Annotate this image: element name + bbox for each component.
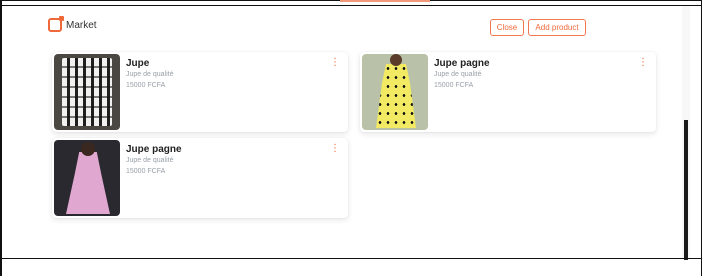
- product-name: Jupe pagne: [434, 58, 490, 69]
- divider: [0, 5, 702, 6]
- product-card[interactable]: Jupe Jupe de qualité 15000 FCFA ⋮: [52, 52, 348, 132]
- more-options-icon[interactable]: ⋮: [638, 58, 648, 68]
- close-button[interactable]: Close: [490, 19, 524, 36]
- page-header: Market: [48, 16, 97, 32]
- product-card[interactable]: Jupe pagne Jupe de qualité 15000 FCFA ⋮: [52, 138, 348, 218]
- product-category: Jupe de qualité: [434, 71, 482, 78]
- add-product-button[interactable]: Add product: [528, 19, 586, 36]
- product-category: Jupe de qualité: [126, 157, 174, 164]
- more-options-icon[interactable]: ⋮: [330, 144, 340, 154]
- product-price: 15000 FCFA: [126, 168, 166, 175]
- product-price: 15000 FCFA: [434, 82, 474, 89]
- divider: [0, 258, 702, 259]
- more-options-icon[interactable]: ⋮: [330, 58, 340, 68]
- product-image: [54, 140, 120, 216]
- product-name: Jupe pagne: [126, 144, 182, 155]
- store-icon: [48, 16, 64, 32]
- product-image: [362, 54, 428, 130]
- scrollbar-thumb[interactable]: [684, 120, 688, 260]
- product-category: Jupe de qualité: [126, 71, 174, 78]
- product-image: [54, 54, 120, 130]
- product-name: Jupe: [126, 58, 150, 69]
- product-card[interactable]: Jupe pagne Jupe de qualité 15000 FCFA ⋮: [360, 52, 656, 132]
- product-price: 15000 FCFA: [126, 82, 166, 89]
- page-title: Market: [66, 19, 97, 31]
- active-tab-indicator: [340, 0, 430, 2]
